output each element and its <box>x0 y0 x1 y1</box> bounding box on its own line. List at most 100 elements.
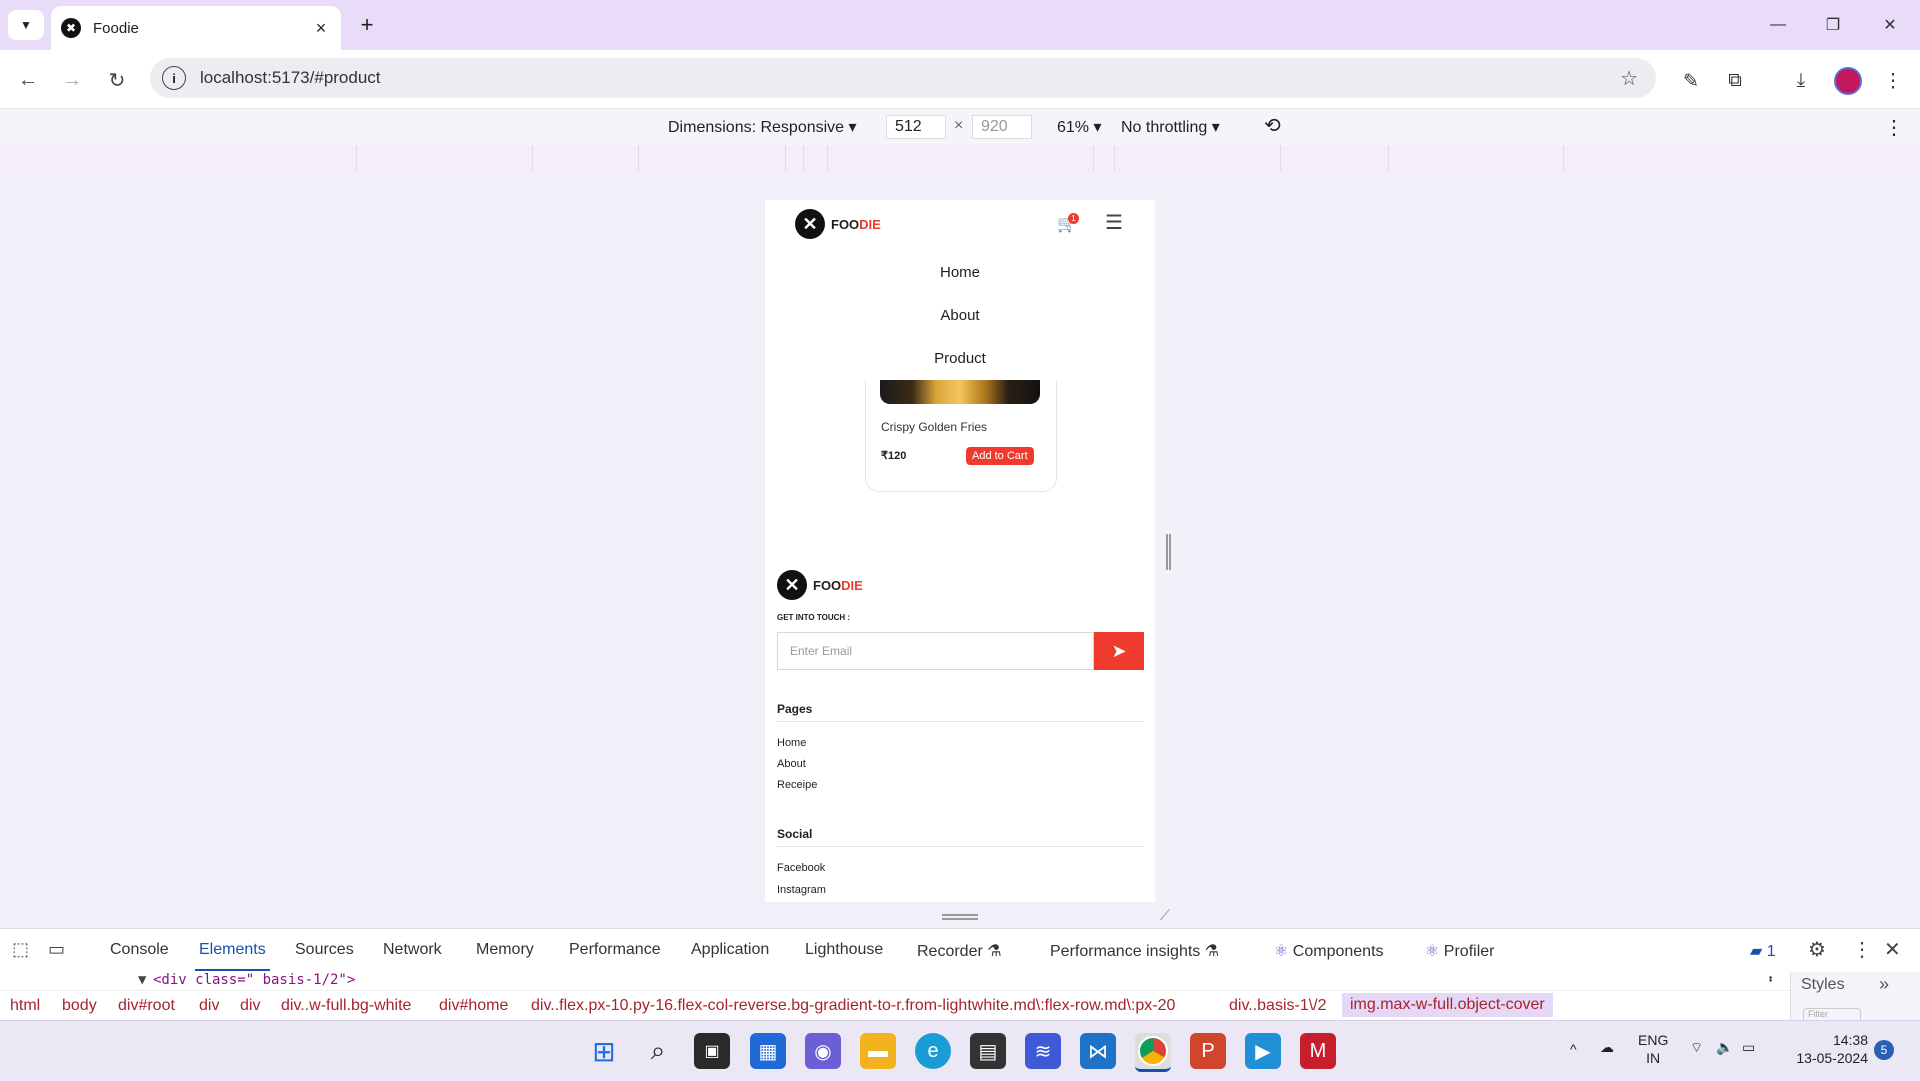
remote-desktop-icon[interactable]: ▶ <box>1245 1033 1281 1069</box>
styles-tab[interactable]: Styles <box>1801 976 1845 994</box>
device-toolbar-more-icon[interactable]: ⋮ <box>1884 115 1904 140</box>
scroll-arrows-icon[interactable]: ⬍ <box>1767 972 1774 986</box>
expand-triangle-icon[interactable]: ▼ <box>138 972 146 988</box>
tab-performance-insights[interactable]: Performance insights ⚗ <box>1050 941 1219 961</box>
devtools-more-icon[interactable]: ⋮ <box>1852 937 1872 962</box>
add-to-cart-button[interactable]: Add to Cart <box>966 447 1034 465</box>
tab-application[interactable]: Application <box>691 941 769 959</box>
settings-gear-icon[interactable]: ⚙ <box>1808 937 1826 962</box>
crumb-html[interactable]: html <box>10 997 40 1015</box>
footer-link-about[interactable]: About <box>777 758 806 770</box>
edge-browser-icon[interactable]: e <box>915 1033 951 1069</box>
browser-toolbar: ← → ↻ i localhost:5173/#product ☆ ✎ ⧉ ⤓ … <box>0 50 1920 109</box>
tab-console[interactable]: Console <box>110 941 169 959</box>
back-arrow-icon[interactable]: ← <box>14 66 42 94</box>
close-devtools-icon[interactable]: ✕ <box>1884 937 1901 962</box>
wifi-icon[interactable]: ⌔ <box>1690 1039 1703 1057</box>
device-mode-icon[interactable]: ▭ <box>48 939 65 960</box>
browser-tab-foodie[interactable]: ✖ Foodie × <box>51 6 341 50</box>
crumb-root[interactable]: div#root <box>118 997 175 1015</box>
microsoft-store-icon[interactable]: ▤ <box>970 1033 1006 1069</box>
viewport-height-input[interactable]: 920 <box>972 115 1032 139</box>
dimensions-select[interactable]: Dimensions: Responsive ▾ <box>668 117 857 137</box>
crumb-div[interactable]: div <box>199 997 219 1015</box>
tab-search-dropdown-icon[interactable]: ▼ <box>8 10 44 40</box>
dom-tree-line[interactable]: ▼ <div class=" basis-1/2"> ⬍ <box>0 972 1790 990</box>
browser-menu-kebab-icon[interactable]: ⋮ <box>1878 66 1908 96</box>
file-explorer-icon[interactable]: ▬ <box>860 1033 896 1069</box>
search-icon[interactable]: ⌕ <box>640 1033 676 1069</box>
crumb-flex-container[interactable]: div..flex.px-10.py-16.flex-col-reverse.b… <box>531 997 1175 1015</box>
tab-memory[interactable]: Memory <box>476 941 534 959</box>
bookmark-star-icon[interactable]: ☆ <box>1620 66 1638 91</box>
clock[interactable]: 14:38 13-05-2024 <box>1788 1031 1868 1067</box>
url-text[interactable]: localhost:5173/#product <box>200 68 1620 88</box>
eyedropper-extension-icon[interactable]: ✎ <box>1676 66 1706 96</box>
footer-logo[interactable]: ✕ FOO DIE <box>777 570 863 600</box>
footer-link-home[interactable]: Home <box>777 737 806 749</box>
extensions-puzzle-icon[interactable]: ⧉ <box>1720 66 1750 96</box>
inspect-element-icon[interactable]: ⬚ <box>12 939 29 960</box>
vscode-icon[interactable]: ⋈ <box>1080 1033 1116 1069</box>
tab-sources[interactable]: Sources <box>295 941 354 959</box>
crumb-div[interactable]: div <box>240 997 260 1015</box>
powerpoint-icon[interactable]: P <box>1190 1033 1226 1069</box>
viewport-width-input[interactable]: 512 <box>886 115 946 139</box>
crumb-w-full[interactable]: div..w-full.bg-white <box>281 997 411 1015</box>
language-indicator[interactable]: ENG IN <box>1638 1031 1668 1067</box>
crumb-basis[interactable]: div..basis-1\/2 <box>1229 997 1327 1015</box>
nav-link-home[interactable]: Home <box>765 264 1155 281</box>
tab-performance[interactable]: Performance <box>569 941 661 959</box>
footer-link-receipe[interactable]: Receipe <box>777 779 817 791</box>
windows-taskbar: ⊞ ⌕ ▣ ▦ ◉ ▬ e ▤ ≋ ⋈ P ▶ M ^ ☁ ENG IN ⌔ 🔈 … <box>0 1020 1920 1081</box>
viewport-bottom-resize-handle[interactable] <box>942 914 978 920</box>
viewport-corner-resize-icon[interactable]: ⟋ <box>1160 907 1176 923</box>
reload-icon[interactable]: ↻ <box>103 66 131 94</box>
minimize-button[interactable]: — <box>1758 12 1798 38</box>
address-bar[interactable]: i localhost:5173/#product ☆ <box>150 58 1656 98</box>
windows-start-icon[interactable]: ⊞ <box>586 1033 622 1069</box>
mcafee-icon[interactable]: M <box>1300 1033 1336 1069</box>
tab-components[interactable]: ⚛ Components <box>1274 941 1384 961</box>
tab-network[interactable]: Network <box>383 941 442 959</box>
notification-count-badge[interactable]: 5 <box>1874 1040 1894 1060</box>
volume-icon[interactable]: 🔈 <box>1716 1039 1733 1056</box>
chrome-icon[interactable] <box>1135 1033 1171 1072</box>
nav-link-about[interactable]: About <box>765 307 1155 324</box>
forward-arrow-icon[interactable]: → <box>58 66 86 94</box>
tab-recorder[interactable]: Recorder ⚗ <box>917 941 1002 961</box>
new-tab-button[interactable]: + <box>352 10 382 40</box>
widgets-icon[interactable]: ▦ <box>750 1033 786 1069</box>
show-hidden-icons-chevron[interactable]: ^ <box>1570 1041 1577 1057</box>
more-tabs-chevron-icon[interactable]: » <box>1879 974 1889 995</box>
crumb-home[interactable]: div#home <box>439 997 508 1015</box>
hamburger-menu-icon[interactable]: ☰ <box>1105 210 1123 235</box>
close-window-button[interactable]: ✕ <box>1870 12 1910 38</box>
footer-link-facebook[interactable]: Facebook <box>777 862 825 874</box>
crumb-img-selected[interactable]: img.max-w-full.object-cover <box>1342 993 1553 1017</box>
teams-chat-icon[interactable]: ◉ <box>805 1033 841 1069</box>
onedrive-cloud-icon[interactable]: ☁ <box>1600 1039 1614 1056</box>
email-input[interactable]: Enter Email <box>777 632 1094 670</box>
site-logo[interactable]: ✕ FOO DIE <box>795 209 881 239</box>
tab-profiler[interactable]: ⚛ Profiler <box>1425 941 1494 961</box>
throttling-select[interactable]: No throttling ▾ <box>1121 117 1220 137</box>
vscode-alt-icon[interactable]: ≋ <box>1025 1033 1061 1069</box>
zoom-select[interactable]: 61% ▾ <box>1057 117 1102 137</box>
task-view-icon[interactable]: ▣ <box>694 1033 730 1069</box>
download-icon[interactable]: ⤓ <box>1786 66 1816 96</box>
profile-avatar[interactable] <box>1833 66 1863 96</box>
rotate-device-icon[interactable]: ⟲ <box>1264 113 1281 138</box>
tab-lighthouse[interactable]: Lighthouse <box>805 941 883 959</box>
restore-button[interactable]: ❐ <box>1813 12 1853 38</box>
issues-badge[interactable]: ▰ 1 <box>1750 941 1776 961</box>
tab-elements[interactable]: Elements <box>195 941 270 971</box>
footer-link-instagram[interactable]: Instagram <box>777 884 826 896</box>
nav-link-product[interactable]: Product <box>765 350 1155 367</box>
site-info-icon[interactable]: i <box>162 66 186 90</box>
send-arrow-icon[interactable]: ➤ <box>1094 632 1144 670</box>
crumb-body[interactable]: body <box>62 997 97 1015</box>
close-tab-icon[interactable]: × <box>309 18 333 39</box>
viewport-resize-handle[interactable] <box>1166 534 1171 570</box>
battery-icon[interactable]: ▭ <box>1742 1039 1755 1056</box>
